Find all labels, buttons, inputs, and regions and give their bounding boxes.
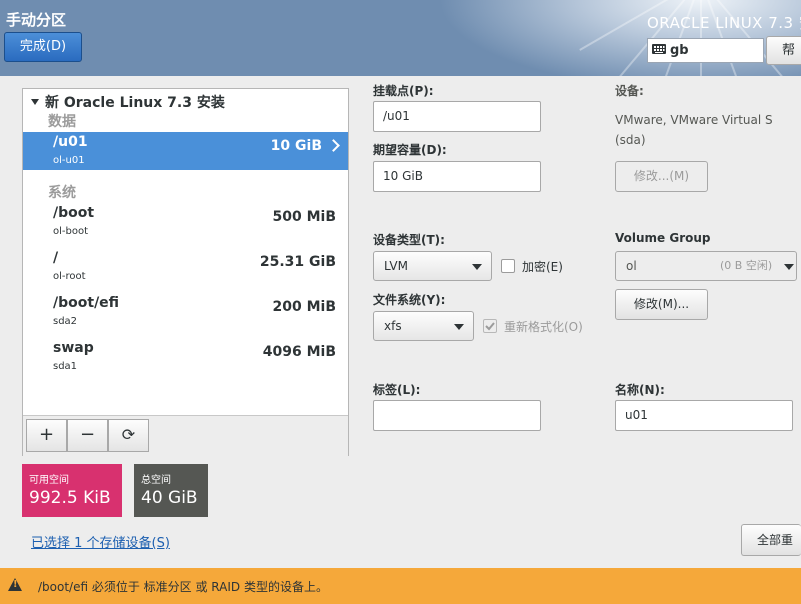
add-mount-point-button[interactable]: + — [26, 419, 67, 452]
keyboard-layout-label: gb — [670, 43, 689, 58]
encrypt-checkbox[interactable] — [501, 259, 515, 273]
dropdown-arrow-icon — [784, 264, 794, 270]
help-button[interactable]: 帮 — [766, 36, 801, 65]
device-description: VMware, VMware Virtual S (sda) — [615, 113, 773, 147]
install-title[interactable]: 新 Oracle Linux 7.3 安装 — [31, 92, 225, 112]
mount-point-row-u01[interactable]: /u01 ol-u01 10 GiB — [23, 132, 348, 170]
device-label: 设备: — [615, 84, 644, 98]
reformat-label: 重新格式化(O) — [504, 320, 583, 334]
selected-storage-link[interactable]: 已选择 1 个存储设备(S) — [31, 532, 170, 551]
mount-point-toolbar: + − ⟳ — [23, 415, 348, 456]
keyboard-layout-indicator[interactable]: gb — [647, 38, 764, 63]
done-button[interactable]: 完成(D) — [4, 32, 82, 62]
warning-icon — [8, 578, 22, 591]
tag-label: 标签(L): — [373, 383, 421, 397]
product-title: ORACLE LINUX 7.3 安 — [647, 14, 801, 32]
volume-group-label: Volume Group — [615, 231, 711, 245]
total-space-value: 40 GiB — [141, 488, 198, 508]
capacity-label: 期望容量(D): — [373, 143, 447, 157]
capacity-input[interactable]: 10 GiB — [373, 161, 541, 192]
mount-point-row-root[interactable]: / ol-root 25.31 GiB — [23, 248, 348, 286]
modify-device-button[interactable]: 修改...(M) — [615, 161, 708, 192]
mount-point-input[interactable]: /u01 — [373, 101, 541, 132]
tag-input[interactable] — [373, 400, 541, 431]
volume-group-select[interactable]: ol (0 B 空闲) — [615, 251, 797, 281]
warning-bar: /boot/efi 必须位于 标准分区 或 RAID 类型的设备上。 — [0, 568, 801, 604]
filesystem-label: 文件系统(Y): — [373, 293, 446, 307]
available-space-value: 992.5 KiB — [29, 488, 111, 508]
mount-point-label: 挂载点(P): — [373, 84, 434, 98]
mount-point-row-swap[interactable]: swap sda1 4096 MiB — [23, 338, 348, 376]
reformat-checkbox[interactable] — [483, 319, 497, 333]
name-label: 名称(N): — [615, 383, 665, 397]
data-group-label: 数据 — [48, 114, 76, 130]
dropdown-arrow-icon — [472, 264, 482, 270]
available-space-box: 可用空间 992.5 KiB — [22, 464, 122, 517]
page-title: 手动分区 — [6, 11, 67, 29]
keyboard-icon — [652, 39, 666, 62]
volume-group-free: (0 B 空闲) — [720, 259, 773, 272]
name-input[interactable]: u01 — [615, 400, 793, 431]
warning-text: /boot/efi 必须位于 标准分区 或 RAID 类型的设备上。 — [38, 580, 328, 594]
refresh-button[interactable]: ⟳ — [108, 419, 149, 452]
remove-mount-point-button[interactable]: − — [67, 419, 108, 452]
expander-caret-icon — [31, 99, 39, 105]
modify-volume-group-button[interactable]: 修改(M)... — [615, 289, 708, 320]
filesystem-select[interactable]: xfs — [373, 311, 474, 341]
device-type-label: 设备类型(T): — [373, 233, 445, 247]
reset-all-button[interactable]: 全部重 — [741, 524, 801, 556]
system-group-label: 系统 — [48, 185, 76, 201]
checkmark-icon — [485, 322, 495, 331]
total-space-box: 总空间 40 GiB — [134, 464, 208, 517]
available-space-label: 可用空间 — [29, 475, 69, 486]
dropdown-arrow-icon — [454, 324, 464, 330]
mount-point-list: 新 Oracle Linux 7.3 安装 数据 /u01 ol-u01 10 … — [22, 88, 349, 456]
mount-point-row-boot[interactable]: /boot ol-boot 500 MiB — [23, 203, 348, 241]
chevron-right-icon — [327, 139, 340, 152]
encrypt-label: 加密(E) — [522, 260, 563, 274]
device-type-select[interactable]: LVM — [373, 251, 492, 281]
mount-point-row-boot-efi[interactable]: /boot/efi sda2 200 MiB — [23, 293, 348, 331]
total-space-label: 总空间 — [141, 475, 171, 486]
